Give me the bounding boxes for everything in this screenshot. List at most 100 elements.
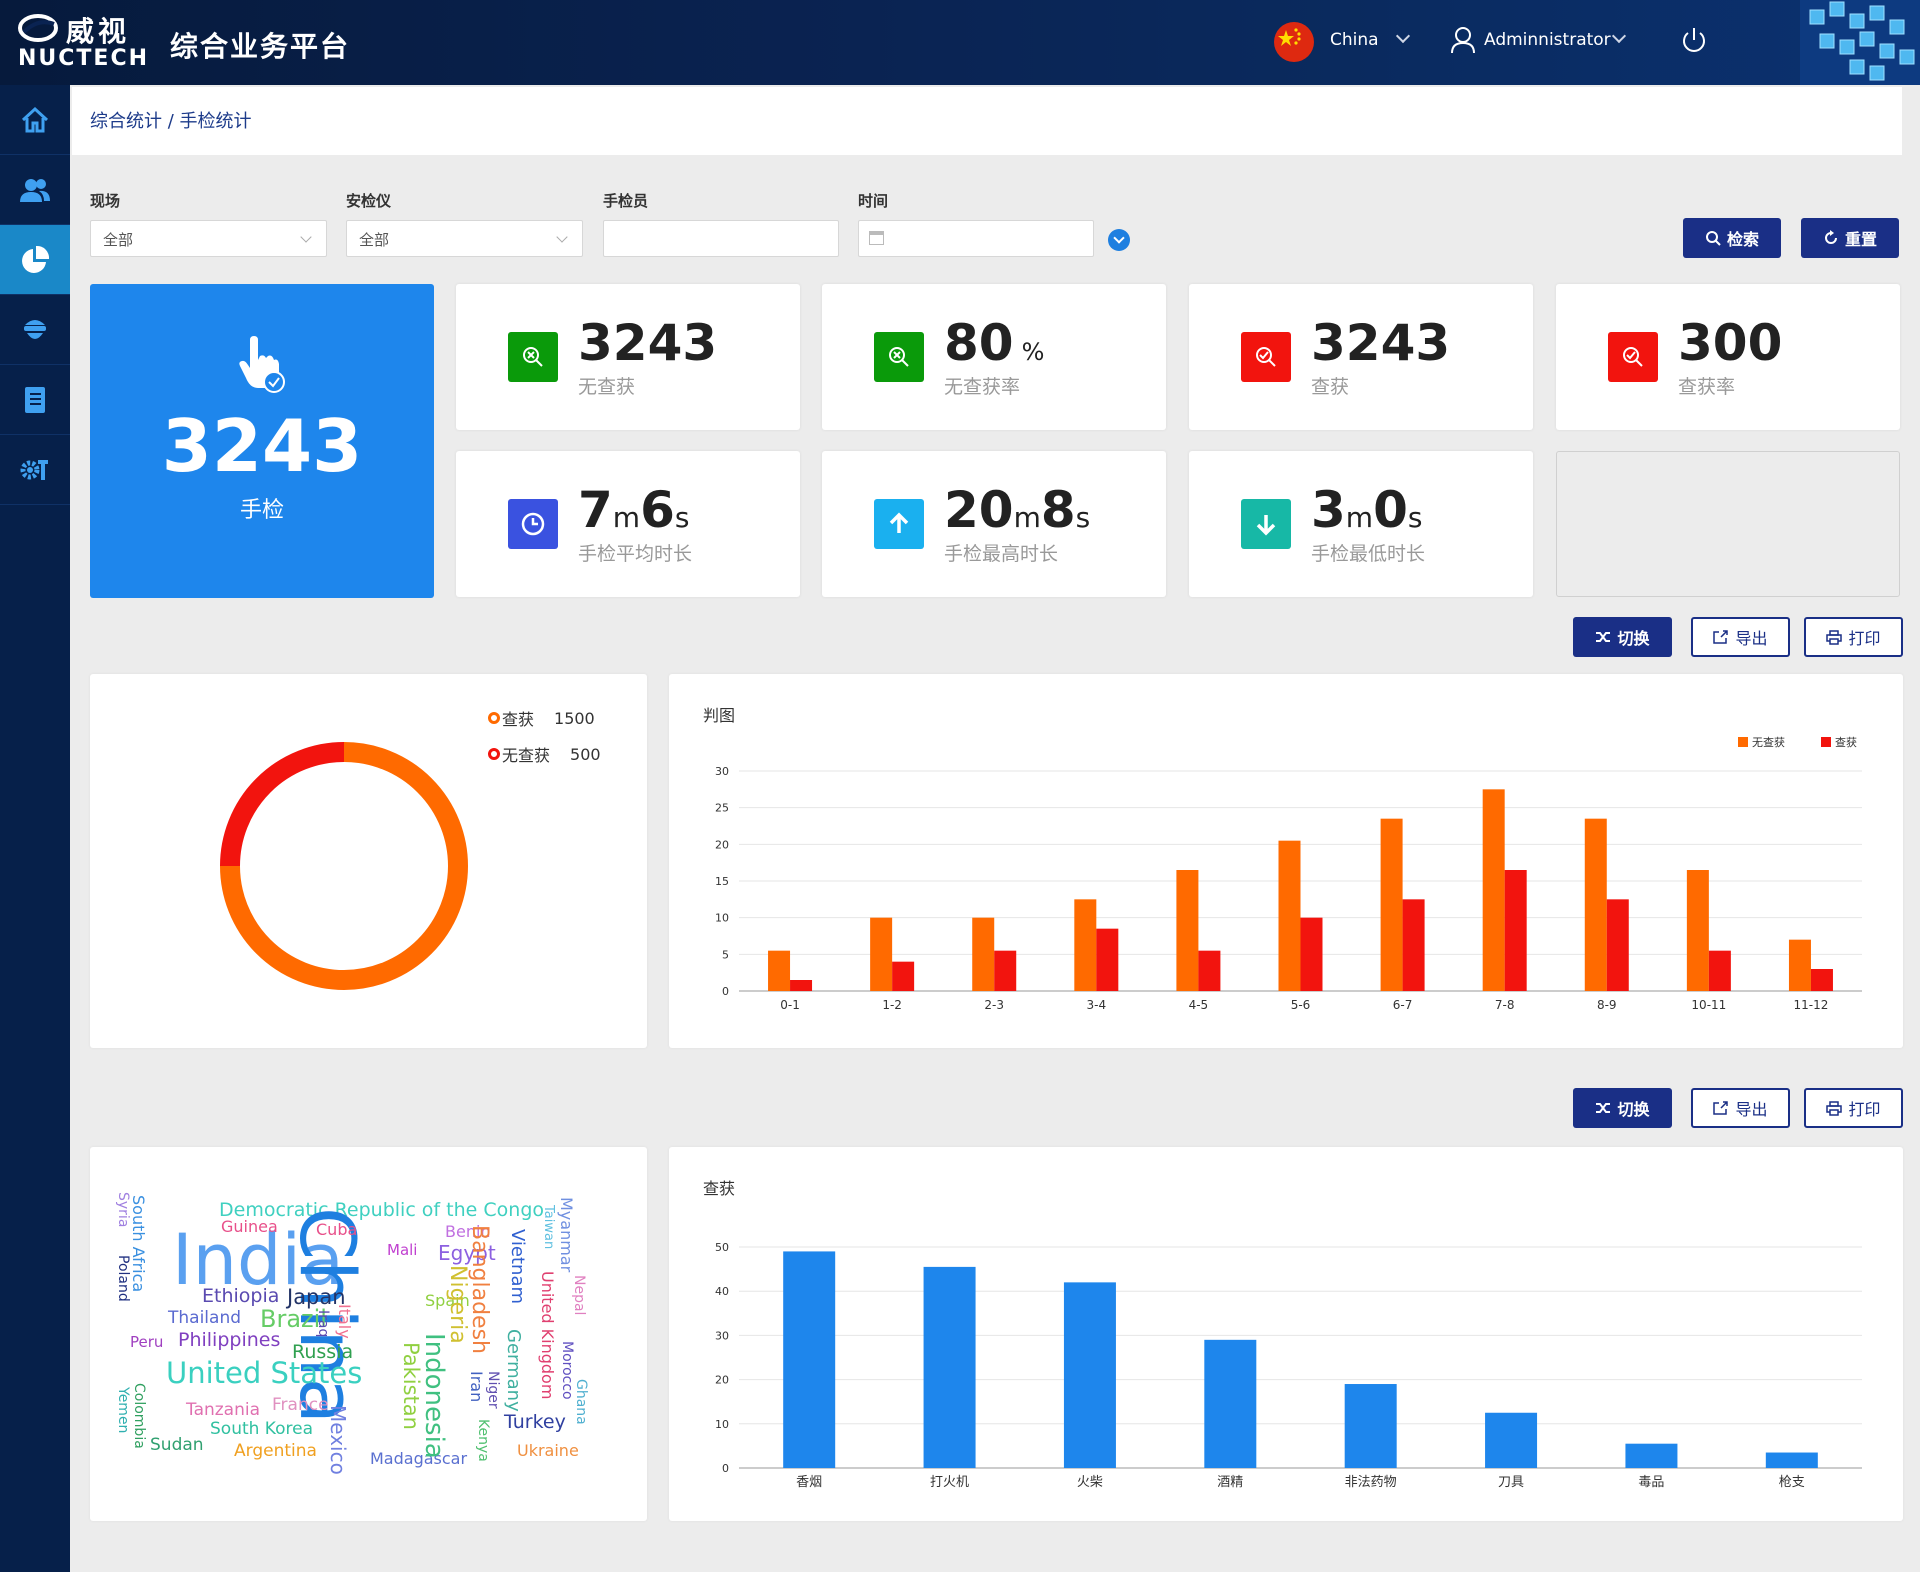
word-cloud-country[interactable]: Pakistan (399, 1342, 423, 1430)
word-cloud-country[interactable]: Ethiopia (202, 1287, 279, 1306)
bar-no-seizure[interactable] (1482, 789, 1505, 991)
legend-no-seizure[interactable]: 无查获 500 (488, 742, 601, 766)
word-cloud-country[interactable]: Niger (485, 1371, 501, 1409)
word-cloud-country[interactable]: Colombia (131, 1383, 147, 1449)
bar-no-seizure[interactable] (870, 917, 893, 991)
word-cloud-country[interactable]: Taiwan (541, 1205, 556, 1249)
user-icon[interactable] (1450, 26, 1476, 54)
bar-no-seizure[interactable] (972, 917, 995, 991)
sidebar-item-statistics[interactable] (0, 225, 70, 295)
bar-seizure[interactable] (1402, 899, 1425, 991)
export-button[interactable]: 导出 (1691, 1088, 1790, 1128)
word-cloud-country[interactable]: Iraq (315, 1310, 331, 1337)
country-selector[interactable]: China (1330, 30, 1379, 50)
sidebar-item-inspector[interactable] (0, 295, 70, 365)
bar-seizure-item[interactable] (1625, 1443, 1678, 1468)
donut-slice-no-seizure[interactable] (220, 742, 345, 867)
sidebar-item-records[interactable] (0, 365, 70, 435)
bar-no-seizure[interactable] (1584, 818, 1607, 991)
bar-no-seizure[interactable] (1074, 899, 1097, 991)
word-cloud-country[interactable]: Bangladesh (467, 1225, 492, 1354)
bar-seizure[interactable] (1198, 950, 1221, 991)
word-cloud-country[interactable]: Mexico (326, 1405, 350, 1475)
word-cloud-country[interactable]: Poland (115, 1255, 131, 1302)
user-menu[interactable]: Adminnistrator (1484, 30, 1611, 50)
bar-seizure-item[interactable] (923, 1266, 976, 1468)
legend-label[interactable]: 查获 (1835, 735, 1857, 749)
word-cloud-country[interactable]: Vietnam (507, 1229, 528, 1304)
bar-seizure-item[interactable] (1204, 1339, 1257, 1468)
legend-label[interactable]: 无查获 (1752, 735, 1785, 749)
bar-no-seizure[interactable] (768, 950, 791, 991)
word-cloud-country[interactable]: United States (166, 1359, 362, 1388)
word-cloud-country[interactable]: Germany (503, 1329, 524, 1412)
bar-seizure[interactable] (790, 980, 813, 991)
bar-seizure[interactable] (1606, 899, 1629, 991)
bar-no-seizure[interactable] (1380, 818, 1403, 991)
word-cloud-country[interactable]: Argentina (234, 1443, 317, 1460)
bar-seizure[interactable] (1708, 950, 1731, 991)
word-cloud-country[interactable]: Mali (387, 1243, 417, 1258)
word-cloud-country[interactable]: Sudan (150, 1437, 204, 1454)
bar-no-seizure[interactable] (1788, 939, 1811, 991)
word-cloud-country[interactable]: Syria (115, 1192, 131, 1227)
bar-seizure-item[interactable] (1765, 1452, 1818, 1468)
switch-button[interactable]: 切换 (1573, 617, 1672, 657)
word-cloud-country[interactable]: Ukraine (517, 1443, 579, 1459)
breadcrumb[interactable]: 综合统计 / 手检统计 (90, 107, 252, 133)
word-cloud-country[interactable]: Yemen (115, 1387, 131, 1433)
bar-seizure[interactable] (1300, 917, 1323, 991)
word-cloud-country[interactable]: United Kingdom (538, 1271, 557, 1399)
inspector-input[interactable] (603, 220, 839, 257)
export-button[interactable]: 导出 (1691, 617, 1790, 657)
word-cloud-country[interactable]: Ghana (573, 1379, 589, 1425)
bar-seizure[interactable] (1096, 928, 1119, 991)
word-cloud-country[interactable]: South Africa (129, 1195, 148, 1292)
switch-button[interactable]: 切换 (1573, 1088, 1672, 1128)
word-cloud-country[interactable]: France (272, 1397, 329, 1414)
print-button[interactable]: 打印 (1804, 617, 1903, 657)
word-cloud-country[interactable]: Indonesia (419, 1333, 449, 1459)
word-cloud-country[interactable]: Turkey (504, 1413, 566, 1432)
word-cloud-country[interactable]: Nepal (571, 1275, 587, 1315)
chevron-down-icon[interactable] (1611, 28, 1627, 44)
word-cloud-country[interactable]: Philippines (178, 1331, 280, 1350)
china-flag-icon[interactable] (1274, 22, 1314, 62)
bar-seizure-item[interactable] (1344, 1384, 1397, 1468)
time-range-input[interactable] (858, 220, 1094, 257)
word-cloud-country[interactable]: Kenya (475, 1419, 491, 1462)
sidebar-item-users[interactable] (0, 155, 70, 225)
word-cloud-country[interactable]: Cuba (316, 1222, 357, 1238)
site-select[interactable]: 全部 (90, 220, 327, 257)
word-cloud-country[interactable]: Iran (467, 1371, 486, 1402)
word-cloud-country[interactable]: Nigeria (445, 1265, 470, 1344)
word-cloud-country[interactable]: Peru (130, 1335, 163, 1350)
word-cloud-country[interactable]: Morocco (559, 1341, 575, 1400)
word-cloud-country[interactable]: South Korea (210, 1421, 313, 1438)
bar-seizure[interactable] (994, 950, 1017, 991)
legend-seizure[interactable]: 查获 1500 (488, 706, 595, 730)
chevron-down-icon[interactable] (1395, 28, 1411, 44)
word-cloud-country[interactable]: Tanzania (186, 1402, 260, 1419)
bar-seizure[interactable] (892, 961, 915, 991)
word-cloud-country[interactable]: Italy (335, 1304, 354, 1339)
sidebar-item-settings[interactable] (0, 435, 70, 505)
bar-no-seizure[interactable] (1686, 870, 1709, 991)
reset-button[interactable]: 重置 (1801, 218, 1899, 258)
bar-no-seizure[interactable] (1278, 840, 1301, 991)
device-select[interactable]: 全部 (346, 220, 583, 257)
word-cloud-country[interactable]: Myanmar (557, 1197, 576, 1272)
print-button[interactable]: 打印 (1804, 1088, 1903, 1128)
bar-no-seizure[interactable] (1176, 870, 1199, 991)
bar-seizure-item[interactable] (783, 1251, 836, 1468)
word-cloud-country[interactable]: Thailand (168, 1310, 241, 1327)
search-button[interactable]: 检索 (1683, 218, 1781, 258)
bar-seizure[interactable] (1810, 969, 1833, 991)
sidebar-item-home[interactable] (0, 85, 70, 155)
power-icon[interactable] (1678, 24, 1710, 56)
bar-seizure-item[interactable] (1063, 1282, 1116, 1468)
bar-seizure[interactable] (1504, 870, 1527, 991)
bar-seizure-item[interactable] (1485, 1412, 1538, 1468)
expand-filters-icon[interactable] (1108, 229, 1130, 251)
word-cloud-country[interactable]: Guinea (221, 1219, 278, 1235)
